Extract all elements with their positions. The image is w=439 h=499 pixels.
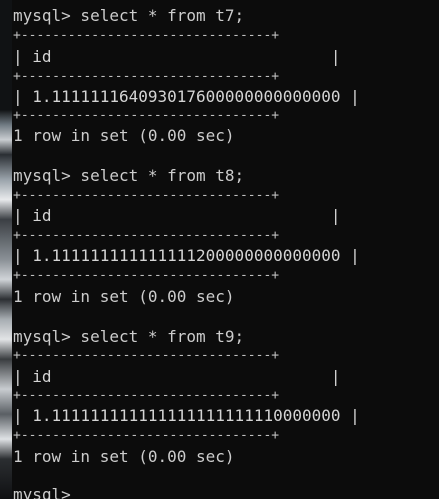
table-border-bottom: +--------------------------------+ (13, 428, 280, 443)
table-row-value: | 1.111111111111111200000000000000 | (13, 246, 360, 265)
table-row-value: | 1.111111164093017600000000000000 | (13, 87, 360, 106)
prompt-line: mysql> select * from t8; (13, 166, 245, 185)
result-summary: 1 row in set (0.00 sec) (13, 287, 235, 306)
terminal-window[interactable]: mysql> select * from t7; +--------------… (0, 0, 439, 499)
table-border-top: +--------------------------------+ (13, 28, 280, 43)
table-border-mid: +--------------------------------+ (13, 388, 280, 403)
table-header-id: | id | (13, 367, 341, 386)
table-border-top: +--------------------------------+ (13, 188, 280, 203)
result-summary: 1 row in set (0.00 sec) (13, 447, 235, 466)
table-row-value: | 1.111111111111111111111110000000 | (13, 406, 360, 425)
table-border-bottom: +--------------------------------+ (13, 268, 280, 283)
table-border-bottom: +--------------------------------+ (13, 108, 280, 123)
table-border-top: +--------------------------------+ (13, 348, 280, 363)
table-header-id: | id | (13, 47, 341, 66)
result-summary: 1 row in set (0.00 sec) (13, 126, 235, 145)
prompt-line: mysql> select * from t9; (13, 327, 245, 346)
table-border-mid: +--------------------------------+ (13, 228, 280, 243)
table-header-id: | id | (13, 206, 341, 225)
table-border-mid: +--------------------------------+ (13, 69, 280, 84)
background-image-strip (0, 0, 12, 499)
prompt-line: mysql> select * from t7; (13, 6, 245, 25)
command-prompt-input[interactable]: mysql> (13, 485, 71, 499)
